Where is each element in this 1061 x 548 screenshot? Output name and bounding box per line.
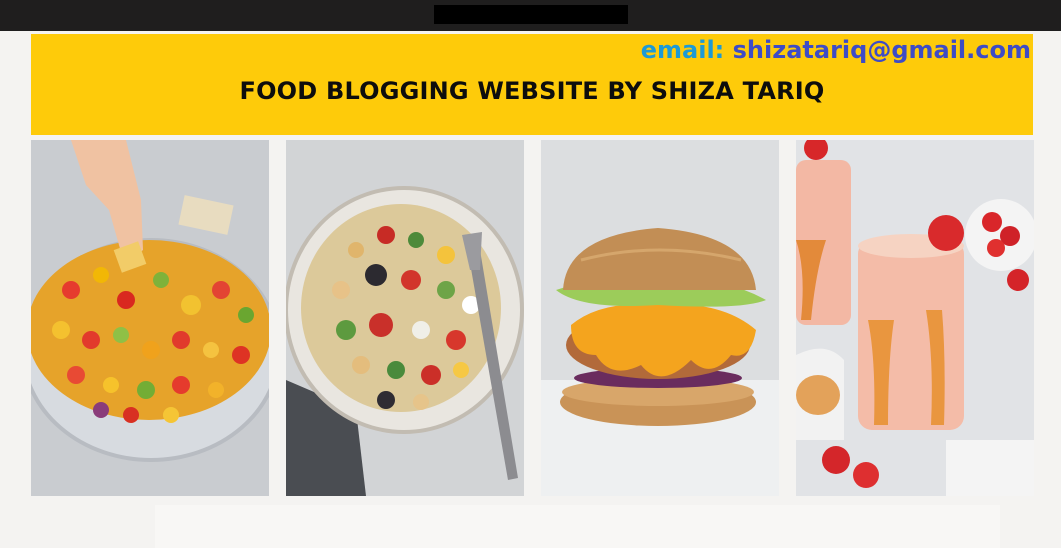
gallery-image-salad[interactable] xyxy=(286,140,524,496)
fruit-salsa-bowl-photo xyxy=(31,140,269,496)
gallery-image-smoothie[interactable] xyxy=(796,140,1034,496)
gallery-image-salsa[interactable] xyxy=(31,140,269,496)
bottom-strip xyxy=(155,505,1000,548)
title-bar-slot xyxy=(434,5,628,24)
page-title: FOOD BLOGGING WEBSITE BY SHIZA TARIQ xyxy=(239,77,825,105)
window-title-bar xyxy=(0,0,1061,31)
chickpea-salad-bowl-photo xyxy=(286,140,524,496)
header-banner: email: shizatariq@gmail.com FOOD BLOGGIN… xyxy=(31,34,1033,135)
email-line: email: shizatariq@gmail.com xyxy=(641,36,1031,64)
burger-photo xyxy=(541,140,779,496)
email-label: email: xyxy=(640,36,725,64)
strawberry-smoothie-photo xyxy=(796,140,1034,496)
email-link[interactable]: shizatariq@gmail.com xyxy=(733,36,1031,64)
gallery-image-burger[interactable] xyxy=(541,140,779,496)
